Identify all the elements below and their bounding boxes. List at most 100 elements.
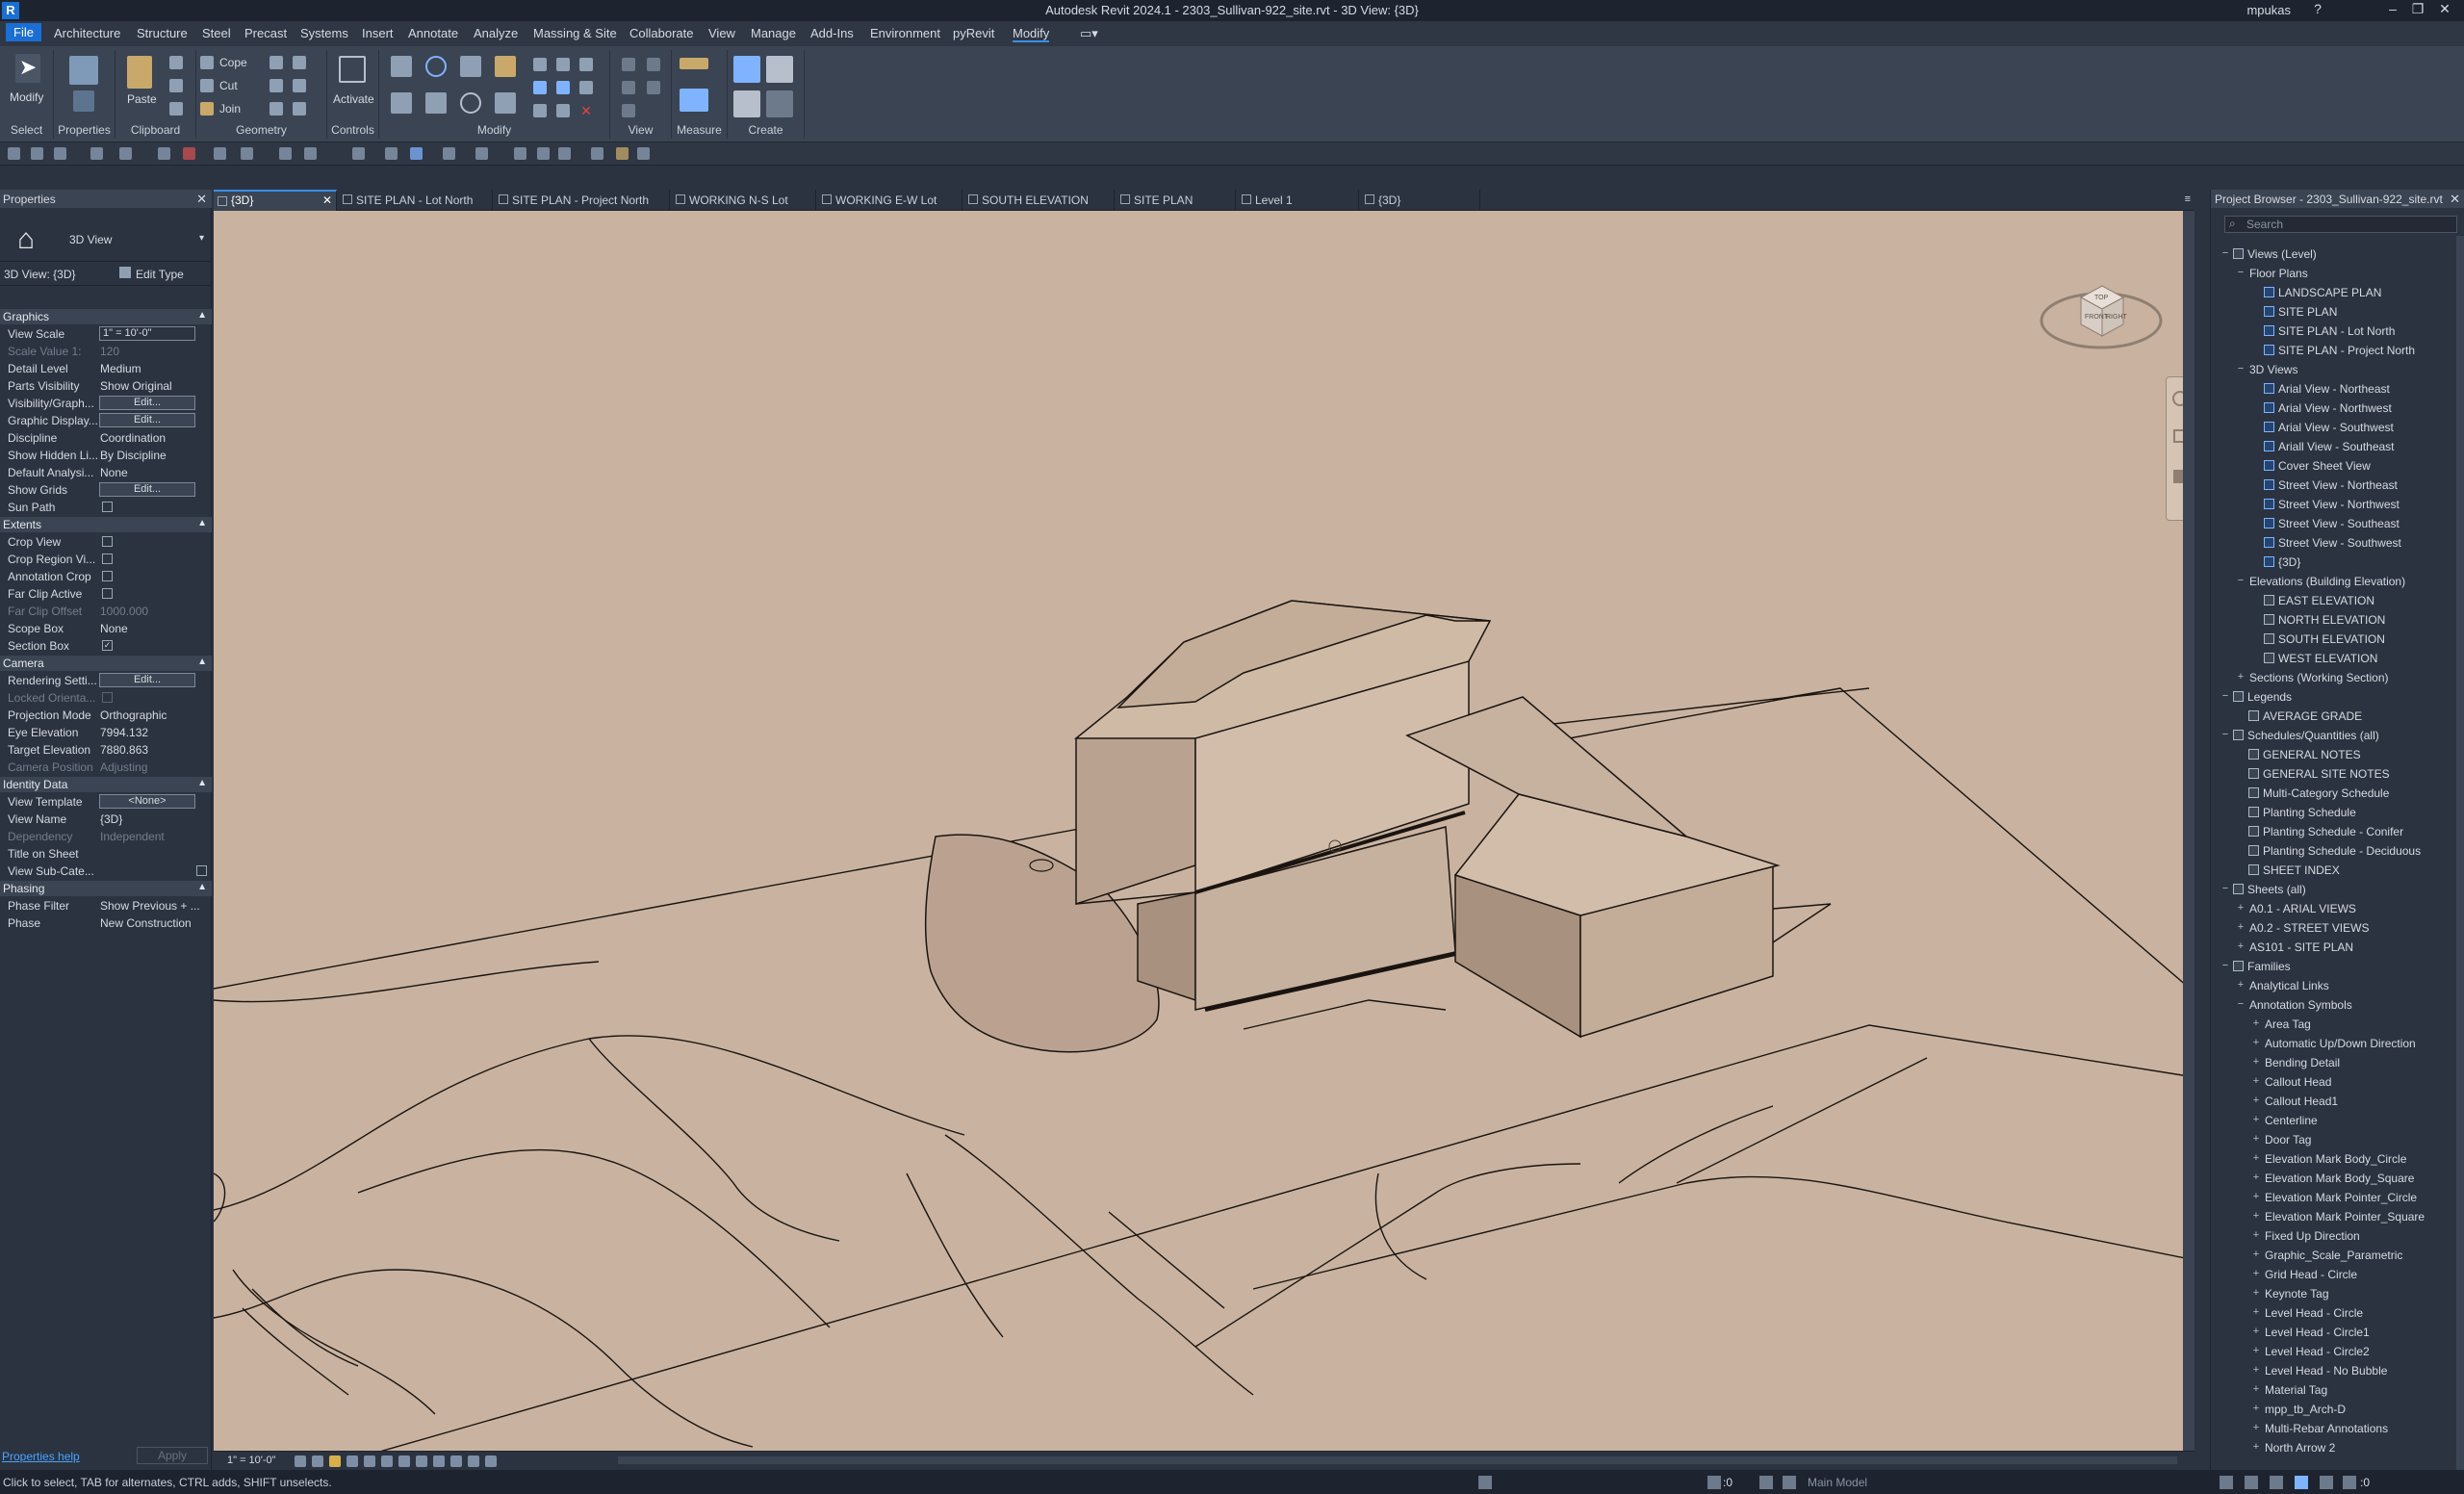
- collapse-icon[interactable]: −: [2236, 998, 2246, 1010]
- scale-icon[interactable]: [533, 104, 547, 117]
- type-dropdown-icon[interactable]: ▾: [199, 233, 204, 244]
- edit-button[interactable]: Edit...: [99, 482, 195, 497]
- edit-type-icon[interactable]: [119, 267, 131, 278]
- activate-icon[interactable]: [339, 56, 366, 83]
- tab-working-e-w-lot[interactable]: WORKING E-W Lot: [818, 190, 962, 211]
- view-template-button[interactable]: <None>: [99, 794, 195, 809]
- select-underlay-icon[interactable]: [2245, 1476, 2258, 1489]
- select-by-face-icon[interactable]: [2295, 1476, 2308, 1489]
- collapse-icon[interactable]: ▲: [197, 518, 207, 528]
- expand-icon[interactable]: +: [2251, 1364, 2261, 1376]
- expand-icon[interactable]: +: [2251, 1229, 2261, 1241]
- default-3d-icon[interactable]: [352, 147, 365, 160]
- geometry-tool-4-icon[interactable]: [293, 56, 306, 69]
- geometry-tool-1-icon[interactable]: [270, 56, 283, 69]
- save-icon[interactable]: [31, 147, 43, 160]
- geometry-tool-2-icon[interactable]: [270, 79, 283, 92]
- editing-requests-icon[interactable]: [1707, 1476, 1721, 1489]
- help-icon[interactable]: ?: [2306, 1, 2329, 20]
- group-label-select[interactable]: Select: [0, 123, 53, 137]
- pin-icon[interactable]: [556, 58, 570, 71]
- expand-icon[interactable]: +: [2236, 940, 2246, 952]
- menu-environment[interactable]: Environment: [870, 26, 940, 40]
- filter-icon[interactable]: [2343, 1476, 2356, 1489]
- cut-icon[interactable]: [200, 79, 214, 92]
- prop-value[interactable]: {3D}: [100, 812, 206, 826]
- trim-icon[interactable]: [495, 92, 516, 114]
- geometry-tool-5-icon[interactable]: [293, 79, 306, 92]
- expand-icon[interactable]: +: [2251, 1133, 2261, 1145]
- active-model[interactable]: Main Model: [1808, 1476, 1867, 1489]
- dimension-icon[interactable]: [680, 89, 708, 112]
- expand-icon[interactable]: +: [2251, 1114, 2261, 1125]
- view-tool-icon[interactable]: [647, 58, 660, 71]
- tile-icon[interactable]: [537, 147, 550, 160]
- crop-region-checkbox[interactable]: [102, 554, 113, 564]
- viewport-horizontal-scrollbar[interactable]: [618, 1456, 2177, 1464]
- show-crop-icon[interactable]: [398, 1455, 410, 1467]
- menu-insert[interactable]: Insert: [362, 26, 394, 40]
- expand-icon[interactable]: +: [2236, 671, 2246, 683]
- geometry-tool-3-icon[interactable]: [270, 102, 283, 116]
- collapse-icon[interactable]: ▲: [197, 657, 207, 667]
- expand-icon[interactable]: +: [2251, 1345, 2261, 1356]
- menu-manage[interactable]: Manage: [751, 26, 796, 40]
- expand-icon[interactable]: +: [2251, 1422, 2261, 1433]
- split-gap-icon[interactable]: [579, 58, 593, 71]
- override-icon[interactable]: [622, 81, 635, 94]
- cut-clip-icon[interactable]: [169, 56, 183, 69]
- prop-value[interactable]: By Discipline: [100, 449, 206, 462]
- expand-icon[interactable]: +: [2251, 1306, 2261, 1318]
- close-inactive-icon[interactable]: [514, 147, 526, 160]
- section-identity[interactable]: Identity Data ▲: [0, 777, 212, 792]
- hide-icon[interactable]: [622, 58, 635, 71]
- tab-south-elevation[interactable]: SOUTH ELEVATION: [964, 190, 1115, 211]
- design-option-selector-icon[interactable]: [1783, 1476, 1796, 1489]
- align-icon[interactable]: [391, 56, 412, 77]
- collapse-icon[interactable]: −: [2220, 247, 2230, 259]
- cope-label[interactable]: Cope: [219, 56, 247, 69]
- menu-analyze[interactable]: Analyze: [474, 26, 518, 40]
- view-cube[interactable]: FRONT RIGHT TOP: [2039, 261, 2164, 367]
- expand-icon[interactable]: +: [2251, 1152, 2261, 1164]
- expand-icon[interactable]: +: [2236, 921, 2246, 933]
- close-hidden-icon[interactable]: [183, 147, 195, 160]
- menu-structure[interactable]: Structure: [137, 26, 188, 40]
- split-icon[interactable]: [533, 58, 547, 71]
- thin-lines-icon[interactable]: [410, 147, 423, 160]
- tab-level-1[interactable]: Level 1: [1238, 190, 1359, 211]
- modify-button-label[interactable]: Modify: [10, 90, 43, 104]
- collapse-icon[interactable]: −: [2220, 960, 2230, 971]
- open-icon[interactable]: [8, 147, 20, 160]
- collapse-icon[interactable]: −: [2220, 690, 2230, 702]
- expand-icon[interactable]: +: [2236, 902, 2246, 914]
- aligned-dim-icon[interactable]: [241, 147, 253, 160]
- copy-clip-icon[interactable]: [169, 79, 183, 92]
- expand-icon[interactable]: +: [2251, 1017, 2261, 1029]
- contextual-tab-icon[interactable]: ▭▾: [1080, 26, 1098, 41]
- customize-qat-icon[interactable]: [637, 147, 650, 160]
- menu-steel[interactable]: Steel: [202, 26, 231, 40]
- cube-top-face[interactable]: TOP: [2094, 295, 2109, 301]
- tab-site-plan[interactable]: SITE PLAN: [1116, 190, 1236, 211]
- menu-precast[interactable]: Precast: [244, 26, 287, 40]
- print-icon[interactable]: [158, 147, 170, 160]
- user-name[interactable]: mpukas: [2246, 3, 2291, 17]
- type-selector[interactable]: ⌂ 3D View ▾: [0, 208, 212, 262]
- collapse-icon[interactable]: −: [2236, 575, 2246, 586]
- drag-on-selection-icon[interactable]: [2320, 1476, 2333, 1489]
- sun-path-checkbox[interactable]: [102, 502, 113, 512]
- tabs-overflow-icon[interactable]: ≡: [2185, 193, 2191, 205]
- schedule-icon[interactable]: [591, 147, 603, 160]
- sync-icon[interactable]: [54, 147, 66, 160]
- prop-value[interactable]: Show Original: [100, 379, 206, 393]
- collapse-icon[interactable]: ▲: [197, 882, 207, 892]
- menu-annotate[interactable]: Annotate: [408, 26, 458, 40]
- settings-icon[interactable]: [443, 147, 455, 160]
- rotate-icon[interactable]: [460, 92, 481, 114]
- edit-button[interactable]: Edit...: [99, 673, 195, 687]
- measure-icon[interactable]: [680, 58, 708, 69]
- tab-3d[interactable]: {3D} ✕: [214, 190, 337, 211]
- edit-type-button[interactable]: Edit Type: [136, 268, 184, 281]
- expand-icon[interactable]: +: [2236, 979, 2246, 991]
